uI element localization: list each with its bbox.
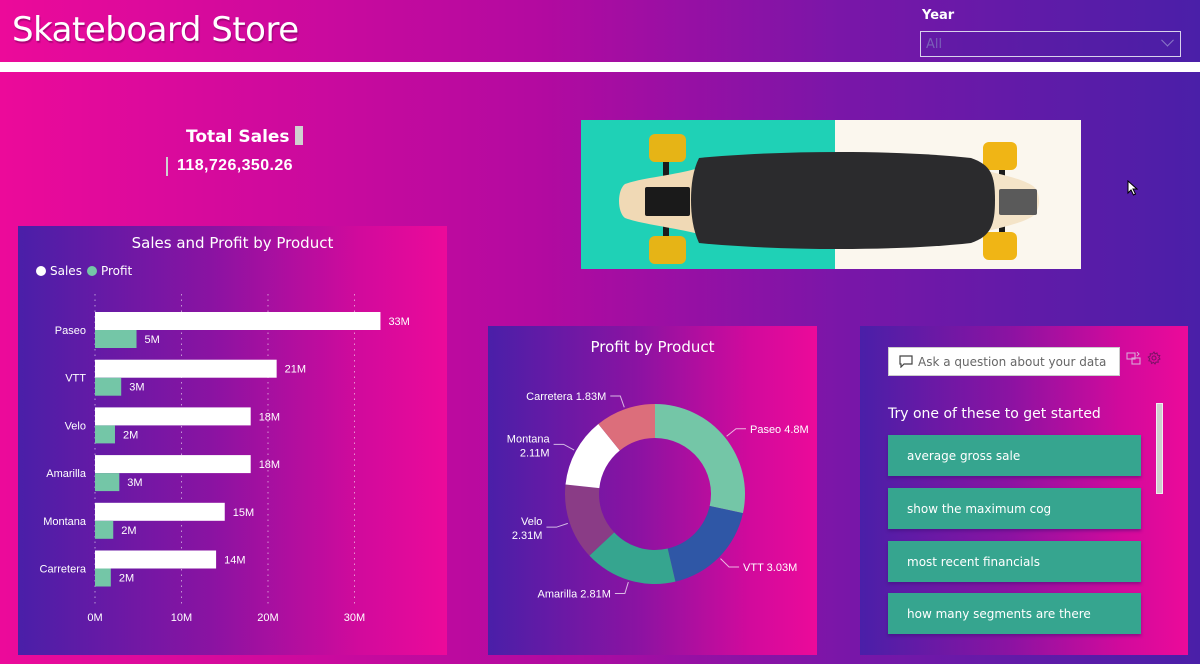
kpi-focus-marker [166,157,168,176]
skateboard-illustration [581,120,1081,269]
slice-label-line: VTT 3.03M [743,562,797,574]
year-slicer-label: Year [922,8,955,23]
data-label-profit: 2M [119,573,134,585]
data-label-profit: 2M [123,429,138,441]
leader-line [614,581,629,595]
leader-line [610,395,625,408]
data-label-sales: 18M [259,411,280,423]
gear-icon[interactable] [1147,351,1161,365]
donut-slice-paseo[interactable] [655,404,745,514]
x-tick-label: 30M [344,612,365,624]
bar-sales[interactable] [95,359,277,378]
qa-suggestion-button[interactable]: show the maximum cog [888,488,1141,529]
data-label-sales: 33M [388,316,409,328]
profit-donut-chart[interactable]: Profit by Product Paseo 4.8M VTT 3.03M Ama… [488,326,817,655]
qa-suggestions-heading: Try one of these to get started [888,406,1101,422]
qa-suggestion-button[interactable]: most recent financials [888,541,1141,582]
bar-profit[interactable] [95,473,120,492]
year-dropdown[interactable]: All [920,31,1181,57]
data-label-profit: 5M [145,334,160,346]
kpi-title: Total Sales [186,127,290,147]
year-dropdown-value: All [926,36,943,52]
wheel [983,232,1017,260]
bar-profit[interactable] [95,425,115,444]
chevron-down-icon [1161,33,1174,47]
wheel [649,134,686,162]
bar-sales[interactable] [95,407,251,426]
y-category-label: Montana [43,516,87,528]
slice-label-line: Montana [507,433,551,445]
slice-label: Velo 2.31M [512,516,543,542]
bar-sales[interactable] [95,502,225,521]
bar-profit[interactable] [95,568,111,587]
wheel [983,142,1017,170]
data-label-sales: 21M [285,364,306,376]
slice-label: Amarilla 2.81M [538,589,611,601]
y-category-label: Velo [65,420,86,432]
y-category-label: Paseo [55,325,86,337]
data-label-sales: 15M [233,507,254,519]
slice-label: Paseo 4.8M [750,424,809,436]
bar-profit[interactable] [95,520,114,539]
donut-chart-plot: Paseo 4.8M VTT 3.03M Amarilla 2.81M Velo 2.3… [507,391,809,601]
bar-profit[interactable] [95,330,137,348]
slice-label-line: Amarilla 2.81M [538,589,611,601]
data-label-profit: 3M [129,382,144,394]
qa-question-input[interactable]: Ask a question about your data [888,347,1120,376]
leader-line [546,522,568,528]
skateboard-image [581,120,1081,269]
bar-sales[interactable] [95,455,251,474]
bar-sales[interactable] [95,312,381,330]
kpi-value: 118,726,350.26 [177,157,293,174]
slice-label-line: 2.31M [512,530,543,542]
header-divider [0,62,1200,72]
wheel [649,236,686,264]
qa-input-placeholder: Ask a question about your data [918,354,1107,369]
deck-grip-tape [691,152,995,249]
leader-line [726,428,746,437]
data-label-sales: 18M [259,459,280,471]
chat-bubble-icon [899,355,913,368]
x-tick-label: 20M [257,612,278,624]
slice-label-line: 2.11M [520,447,550,459]
x-tick-label: 0M [87,612,102,624]
mouse-cursor-icon [1127,180,1139,196]
sales-profit-bar-chart[interactable]: Sales and Profit by Product Sales Profit… [18,226,447,655]
slice-label-line: Paseo 4.8M [750,424,809,436]
y-category-label: VTT [65,373,86,385]
slice-label: Carretera 1.83M [526,391,606,403]
donut-slice-vtt[interactable] [667,505,743,582]
qa-scrollbar[interactable] [1156,403,1163,494]
x-tick-label: 10M [171,612,192,624]
y-category-label: Amarilla [46,468,87,480]
qa-visual: Ask a question about your data Try one o… [860,326,1188,655]
convert-to-visual-icon[interactable] [1126,351,1142,365]
page-title: Skateboard Store [12,10,299,50]
bar-profit[interactable] [95,377,122,396]
data-label-sales: 14M [224,555,245,567]
bar-sales[interactable] [95,550,217,569]
y-category-label: Carretera [40,564,87,576]
data-label-profit: 3M [127,477,142,489]
kpi-focus-marker [295,126,303,145]
qa-toolbar [1126,351,1161,365]
front-baseplate [645,187,690,216]
qa-suggestion-button[interactable]: average gross sale [888,435,1141,476]
slice-label: VTT 3.03M [743,562,797,574]
bar-chart-plot: 0M 10M 20M 30M Paseo 33M 5M VTT 21M 3M Velo 18M 2M Am… [40,294,410,624]
qa-suggestion-button[interactable]: how many segments are there [888,593,1141,634]
slice-label-line: Carretera 1.83M [526,391,606,403]
slice-label-line: Velo [521,516,542,528]
leader-line [553,443,575,451]
rear-baseplate [999,189,1037,215]
data-label-profit: 2M [121,525,136,537]
leader-line [720,558,740,568]
slice-label: Montana 2.11M [507,433,551,459]
